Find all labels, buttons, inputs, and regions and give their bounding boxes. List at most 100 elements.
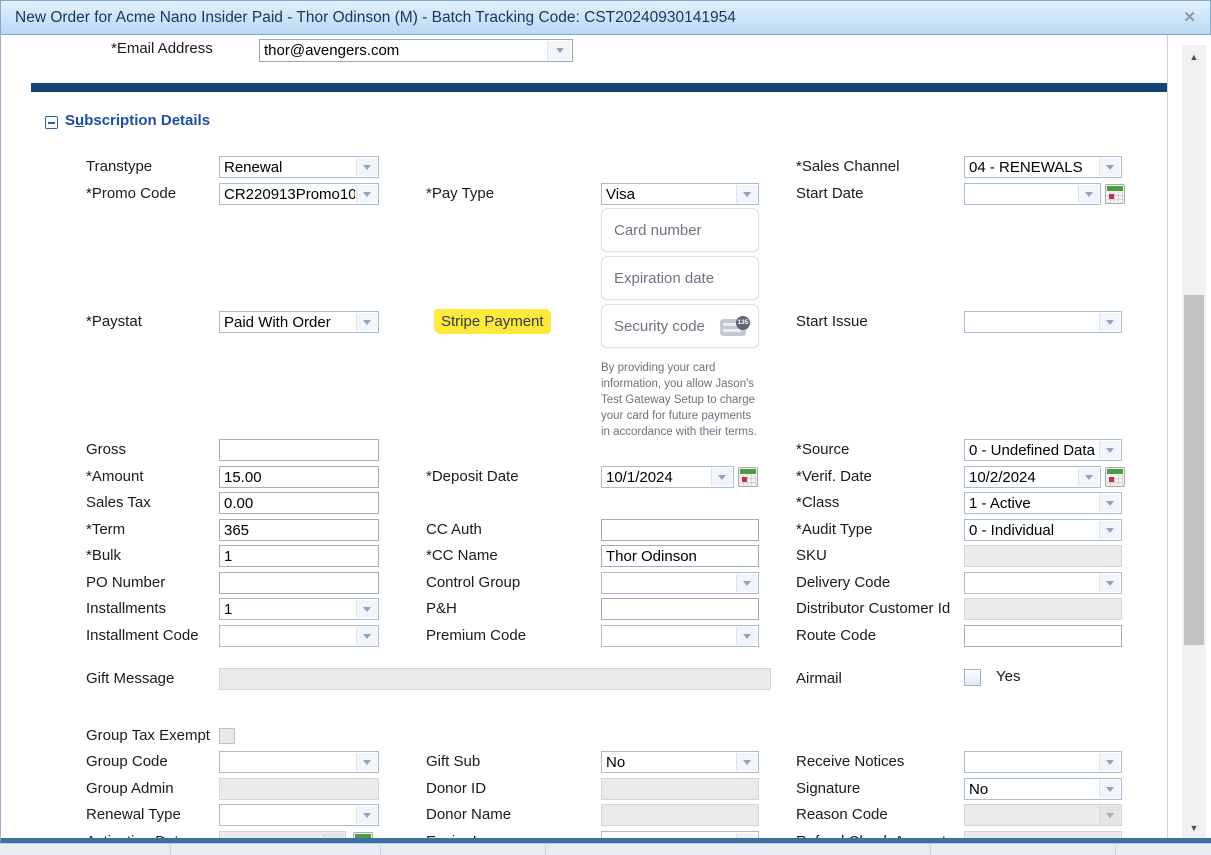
sales-channel-value: 04 - RENEWALS (969, 158, 1098, 176)
cc-auth-input[interactable] (601, 519, 759, 541)
sales-channel-dropdown[interactable]: 04 - RENEWALS (964, 156, 1122, 178)
start-issue-value (969, 313, 1098, 331)
deposit-date-calendar-icon[interactable] (738, 467, 758, 487)
audit-type-dropdown[interactable]: 0 - Individual (964, 519, 1122, 541)
email-dropdown-button[interactable] (547, 41, 571, 60)
start-date-dropdown-button[interactable] (1078, 185, 1099, 203)
source-value: 0 - Undefined Data (969, 441, 1098, 459)
audit-type-dropdown-button[interactable] (1099, 521, 1120, 539)
renewal-type-dropdown[interactable] (219, 804, 379, 826)
airmail-label: Airmail (796, 668, 842, 690)
pay-type-dropdown-button[interactable] (736, 185, 757, 203)
delivery-code-dropdown-button[interactable] (1099, 574, 1120, 592)
pay-type-value: Visa (606, 185, 735, 203)
background-strip (0, 843, 1211, 855)
background-grid-line (545, 845, 546, 855)
cvc-badge: 135 (736, 316, 750, 330)
section-title[interactable]: Subscription Details (65, 112, 210, 129)
security-code-field[interactable]: 135 (601, 304, 759, 348)
deposit-date-dropdown[interactable]: 10/1/2024 (601, 466, 734, 488)
po-number-label: PO Number (86, 572, 165, 594)
airmail-checkbox[interactable] (964, 669, 981, 686)
signature-dropdown[interactable]: No (964, 778, 1122, 800)
gift-sub-dropdown[interactable]: No (601, 751, 759, 773)
gift-sub-dropdown-button[interactable] (736, 753, 757, 771)
sales-tax-input[interactable] (219, 492, 379, 514)
group-code-dropdown-button[interactable] (356, 753, 377, 771)
installments-dropdown[interactable]: 1 (219, 598, 379, 620)
premium-code-dropdown-button[interactable] (736, 627, 757, 645)
background-grid-line (380, 845, 381, 855)
scroll-down-icon[interactable]: ▼ (1182, 816, 1206, 840)
delivery-code-dropdown[interactable] (964, 572, 1122, 594)
disclaimer-line: Test Gateway Setup to charge (601, 392, 769, 408)
bulk-input[interactable] (219, 545, 379, 567)
paystat-dropdown[interactable]: Paid With Order (219, 311, 379, 333)
disclaimer-line: in accordance with their terms. (601, 424, 769, 440)
sales-channel-dropdown-button[interactable] (1099, 158, 1120, 176)
expiration-date-input[interactable] (602, 257, 758, 299)
gift-message-label: Gift Message (86, 668, 174, 690)
verif-date-dropdown-button[interactable] (1078, 468, 1099, 486)
close-icon[interactable]: ✕ (1183, 8, 1196, 26)
class-dropdown-button[interactable] (1099, 494, 1120, 512)
audit-type-label: *Audit Type (796, 519, 872, 541)
collapse-section-icon[interactable] (45, 116, 58, 129)
class-dropdown[interactable]: 1 - Active (964, 492, 1122, 514)
po-number-input[interactable] (219, 572, 379, 594)
verif-date-dropdown[interactable]: 10/2/2024 (964, 466, 1101, 488)
premium-code-dropdown[interactable] (601, 625, 759, 647)
promo-code-dropdown-button[interactable] (356, 185, 377, 203)
cc-name-input[interactable] (601, 545, 759, 567)
vertical-scrollbar[interactable]: ▲ ▼ (1182, 45, 1206, 840)
amount-input[interactable] (219, 466, 379, 488)
start-date-dropdown[interactable] (964, 183, 1101, 205)
background-grid-line (930, 845, 931, 855)
background-grid-line (170, 845, 171, 855)
expiration-date-field[interactable] (601, 256, 759, 300)
renewal-type-dropdown-button[interactable] (356, 806, 377, 824)
gift-message-input (219, 668, 771, 690)
scrollbar-thumb[interactable] (1184, 295, 1204, 645)
renewal-type-label: Renewal Type (86, 804, 181, 826)
airmail-yes-label: Yes (996, 666, 1020, 688)
ph-input[interactable] (601, 598, 759, 620)
receive-notices-dropdown[interactable] (964, 751, 1122, 773)
verif-date-calendar-icon[interactable] (1105, 467, 1125, 487)
group-code-value (224, 753, 355, 771)
installment-code-dropdown[interactable] (219, 625, 379, 647)
term-input[interactable] (219, 519, 379, 541)
source-dropdown-button[interactable] (1099, 441, 1120, 459)
gross-input[interactable] (219, 439, 379, 461)
verif-date-value: 10/2/2024 (969, 468, 1077, 486)
installments-dropdown-button[interactable] (356, 600, 377, 618)
paystat-dropdown-button[interactable] (356, 313, 377, 331)
start-date-calendar-icon[interactable] (1105, 184, 1125, 204)
control-group-dropdown[interactable] (601, 572, 759, 594)
distributor-customer-id-input (964, 598, 1122, 620)
promo-code-dropdown[interactable]: CR220913Promo10 (219, 183, 379, 205)
route-code-input[interactable] (964, 625, 1122, 647)
installment-code-dropdown-button[interactable] (356, 627, 377, 645)
start-issue-dropdown-button[interactable] (1099, 313, 1120, 331)
transtype-dropdown-button[interactable] (356, 158, 377, 176)
receive-notices-dropdown-button[interactable] (1099, 753, 1120, 771)
scroll-up-icon[interactable]: ▲ (1182, 45, 1206, 69)
reason-code-label: Reason Code (796, 804, 888, 826)
group-code-dropdown[interactable] (219, 751, 379, 773)
start-issue-dropdown[interactable] (964, 311, 1122, 333)
installments-label: Installments (86, 598, 166, 620)
control-group-dropdown-button[interactable] (736, 574, 757, 592)
card-number-field[interactable] (601, 208, 759, 252)
signature-dropdown-button[interactable] (1099, 780, 1120, 798)
source-dropdown[interactable]: 0 - Undefined Data (964, 439, 1122, 461)
promo-code-value: CR220913Promo10 (224, 185, 355, 203)
card-number-input[interactable] (602, 209, 758, 251)
email-dropdown[interactable]: thor@avengers.com (259, 39, 573, 62)
calendar-grid (740, 475, 756, 485)
cvc-card-stripe (723, 329, 741, 332)
transtype-dropdown[interactable]: Renewal (219, 156, 379, 178)
pay-type-dropdown[interactable]: Visa (601, 183, 759, 205)
section-title-rest: bscription Details (84, 112, 210, 129)
deposit-date-dropdown-button[interactable] (711, 468, 732, 486)
